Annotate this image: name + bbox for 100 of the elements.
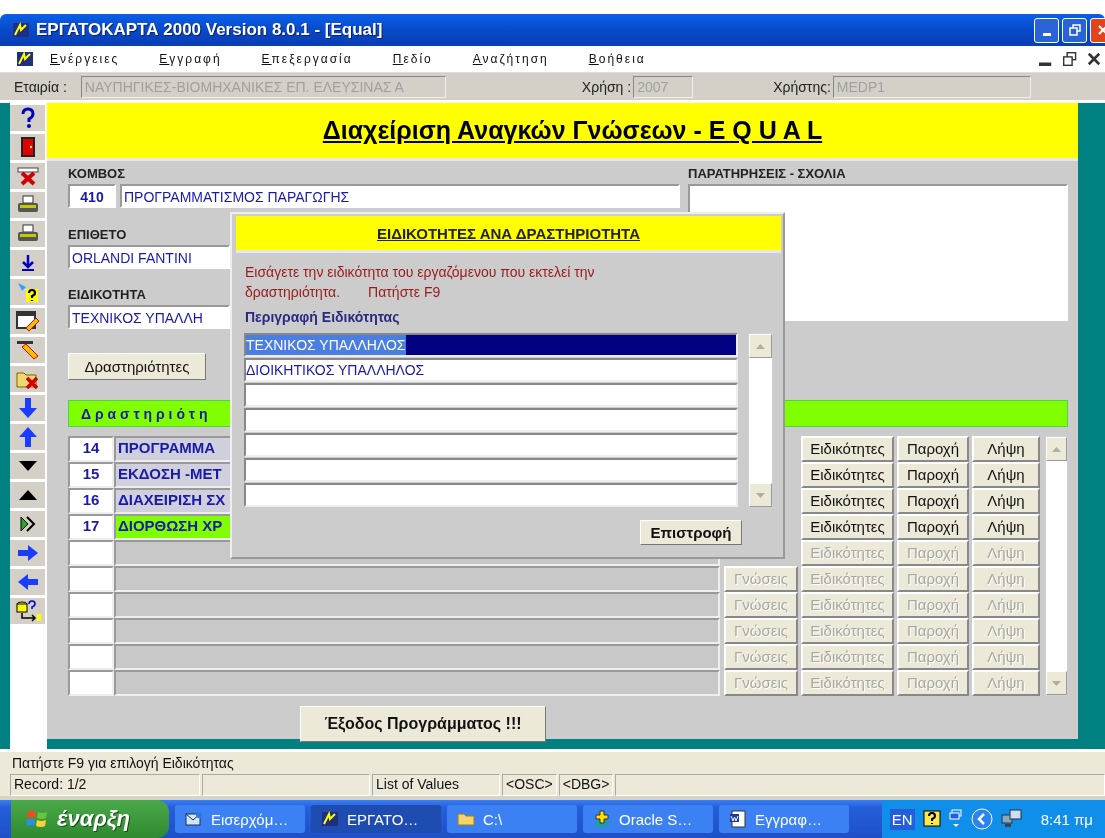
left-arrow-icon[interactable] [16,573,39,591]
up-triangle-icon [1052,446,1061,452]
triangle-down-icon[interactable] [17,460,38,472]
down-triangle-icon [756,492,765,498]
restore-icon[interactable] [1063,52,1077,66]
row-number-cell[interactable] [68,670,114,696]
close-icon [1096,24,1105,36]
row-number-cell[interactable] [68,540,114,566]
taskbar-button[interactable]: Oracle S… [583,805,713,833]
specialty-field[interactable]: ΤΕΧΝΙΚΟΣ ΥΠΑΛΛΗ [68,305,230,329]
row-action-button[interactable]: Παροχή [897,514,969,540]
row-action-button[interactable]: Λήψη [972,462,1040,488]
door-icon[interactable] [18,136,37,158]
dbg-indicator: <DBG> [558,774,614,796]
restore-button[interactable] [1062,17,1087,43]
row-number-cell[interactable]: 14 [68,436,114,462]
list-item[interactable] [244,483,738,507]
mail-icon [185,811,203,827]
printer-icon[interactable] [16,224,39,244]
row-number-cell[interactable]: 15 [68,462,114,488]
scroll-down-button[interactable] [1046,671,1067,695]
form-title: Διαχείριση Αναγκών Γνώσεων - E Q U A L [321,116,823,145]
mode-indicator: List of Values [372,774,500,796]
windows-flag-icon [25,808,49,830]
menu-item[interactable]: Ενέργειες [50,52,120,66]
chevron-left-icon[interactable] [970,808,993,830]
taskbar-button[interactable]: Εισερχόμ… [175,805,305,833]
menu-item[interactable]: Εγγραφή [159,52,222,66]
row-action-button[interactable]: Λήψη [972,488,1040,514]
row-action-button[interactable]: Παροχή [897,436,969,462]
company-label: Εταιρία : [14,78,67,95]
row-number-cell[interactable]: 16 [68,488,114,514]
network-icon[interactable] [1000,809,1023,829]
row-action-button[interactable]: Ειδικότητες [801,462,894,488]
down-arrow-icon[interactable] [17,397,38,419]
menu-item[interactable]: Βοήθεια [588,52,646,66]
list-item[interactable] [244,408,738,432]
row-action-button[interactable]: Παροχή [897,488,969,514]
instruction-text: Εισάγετε την ειδικότητα του εργαζόμενου που εκτελεί την δραστηριότητα. Πατήστε F9 [245,263,596,302]
row-number-cell[interactable] [68,644,114,670]
exit-button[interactable]: Έξοδος Προγράμματος !!! [300,706,546,742]
scrollbar[interactable] [748,333,773,508]
row-number-cell[interactable] [68,618,114,644]
row-number-cell[interactable]: 17 [68,514,114,540]
right-arrow-icon[interactable] [16,544,39,562]
record-count: Record: 1/2 [10,774,200,796]
taskbar-button[interactable]: Εγγραφ… [719,805,849,833]
activities-button[interactable]: Δραστηριότητες [68,353,206,380]
edit-form-icon[interactable] [15,310,40,332]
row-action-button[interactable]: Ειδικότητες [801,436,894,462]
surname-field[interactable]: ORLANDI FANTINI [68,245,230,269]
help-icon[interactable] [922,810,941,828]
row-action-button[interactable]: Λήψη [972,436,1040,462]
list-item[interactable]: ΤΕΧΝΙΚΟΣ ΥΠΑΛΛΗΛΟΣ [244,333,738,357]
row-number-cell[interactable] [68,592,114,618]
menu-item[interactable]: Επεξεργασία [261,52,353,66]
scroll-up-button[interactable] [1046,437,1067,461]
printer-icon[interactable] [16,195,39,215]
window-title: ΕΡΓΑΤΟΚΑΡΤΑ 2000 Version 8.0.1 - [Equal] [36,20,383,40]
field-label: ΠΑΡΑΤΗΡΗΣΕΙΣ - ΣΧΟΛΙΑ [688,166,846,182]
taskbar-button[interactable]: ΕΡΓΑΤΟ… [311,805,441,833]
pencil-icon[interactable] [15,339,40,361]
menu-item[interactable]: Πεδίο [392,52,433,66]
return-button[interactable]: Επιστροφή [640,520,742,545]
language-indicator[interactable]: EN [889,808,915,830]
list-item[interactable] [244,433,738,457]
list-item[interactable] [244,458,738,482]
query-icon[interactable] [15,281,40,303]
app-icon [16,51,34,67]
database-query-icon[interactable] [14,600,41,622]
user-label: Χρήστης: [773,78,831,95]
taskbar-button[interactable]: C:\ [447,805,577,833]
menu-item[interactable]: Αναζήτηση [472,52,549,66]
fast-forward-icon[interactable] [19,516,36,532]
delete-icon[interactable] [16,166,39,186]
node-code-field[interactable]: 410 [68,184,116,208]
restore-icon [1068,24,1081,36]
app-icon [12,22,30,38]
app-icon [321,811,339,827]
row-action-button[interactable]: Ειδικότητες [801,488,894,514]
scroll-up-button[interactable] [749,334,772,358]
close-icon[interactable] [1087,52,1101,66]
window-icon[interactable] [948,809,963,829]
row-action-button[interactable]: Παροχή [897,462,969,488]
node-name-field[interactable]: ΠΡΟΓΡΑΜΜΑΤΙΣΜΟΣ ΠΑΡΑΓΩΓΗΣ [120,184,680,208]
list-item[interactable]: ΔΙΟΙΚΗΤΙΚΟΣ ΥΠΑΛΛΗΛΟΣ [244,358,738,382]
triangle-up-icon[interactable] [17,489,38,501]
download-icon[interactable] [19,253,36,273]
scrollbar[interactable] [1045,436,1068,696]
row-action-button[interactable]: Λήψη [972,514,1040,540]
row-number-cell[interactable] [68,566,114,592]
osc-indicator: <OSC> [502,774,557,796]
start-button[interactable]: έναρξη [11,800,169,838]
field-label: ΕΙΔΙΚΟΤΗΤΑ [68,287,146,303]
folder-icon [457,811,475,827]
list-item[interactable] [244,383,738,407]
scroll-down-button[interactable] [749,483,772,507]
up-arrow-icon[interactable] [17,426,38,448]
minimize-button[interactable] [1034,17,1059,43]
row-action-button[interactable]: Ειδικότητες [801,514,894,540]
